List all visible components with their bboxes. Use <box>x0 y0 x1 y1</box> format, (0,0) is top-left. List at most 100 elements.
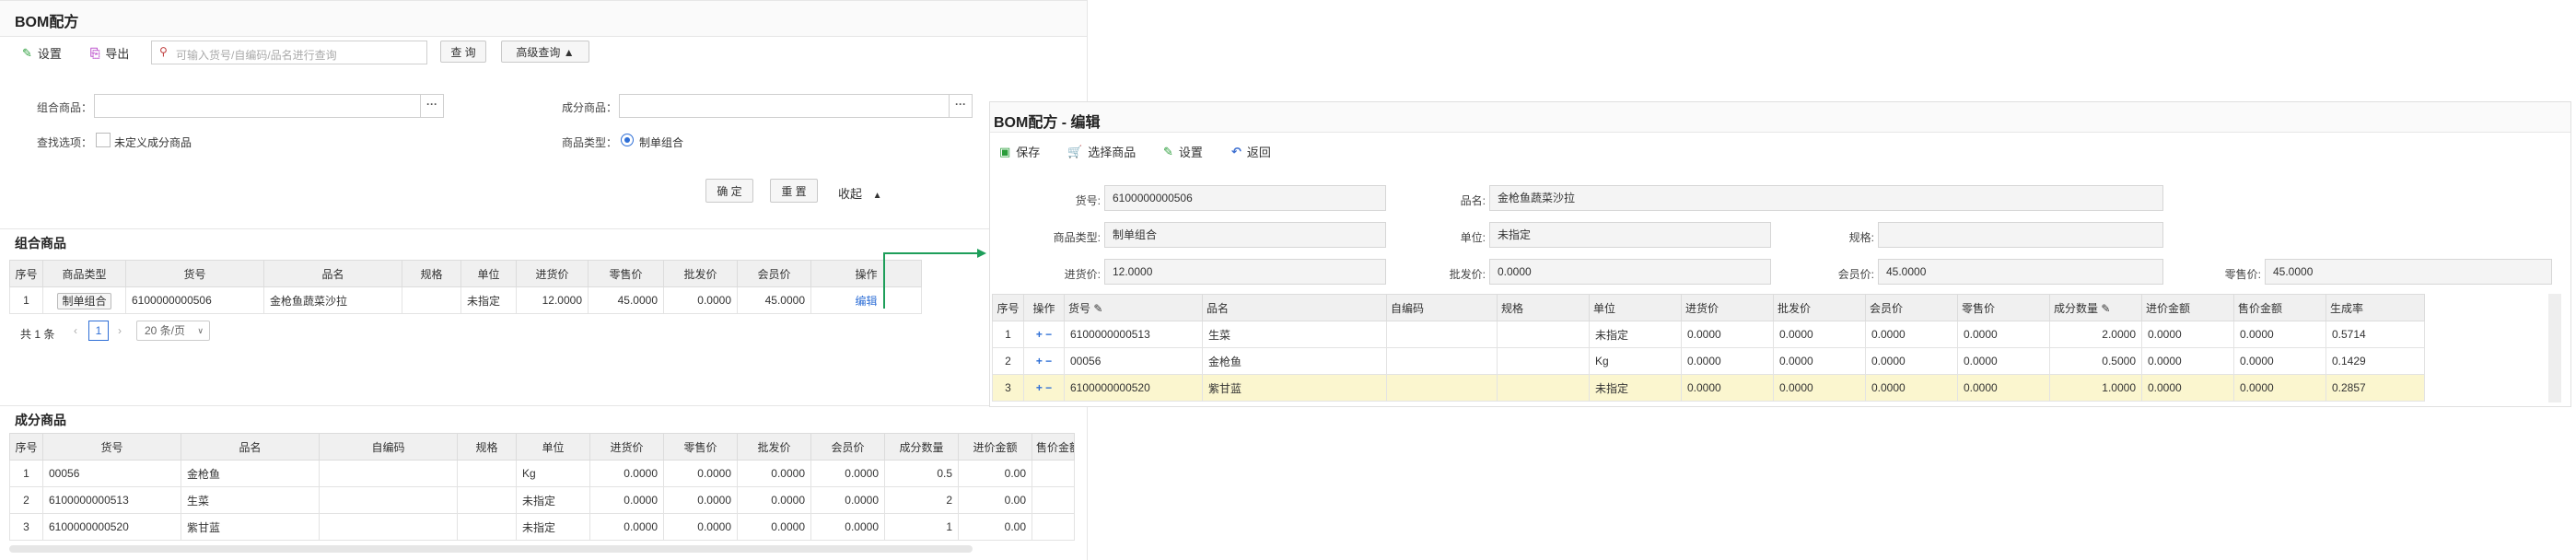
column-header: 品名 <box>181 433 320 461</box>
column-header: 自编码 <box>1386 294 1498 321</box>
search-input[interactable]: ⚲ 可输入货号/自编码/品名进行查询 <box>151 41 427 64</box>
cell: 3 <box>9 513 43 541</box>
spec-field[interactable] <box>1878 222 2163 248</box>
name-field[interactable]: 金枪鱼蔬菜沙拉 <box>1489 185 2163 211</box>
unit-field[interactable]: 未指定 <box>1489 222 1771 248</box>
export-button[interactable]: ⎘ 导出 <box>90 44 129 62</box>
cell: 1 <box>9 460 43 487</box>
cell: 未指定 <box>1589 321 1682 348</box>
next-page-icon[interactable]: › <box>118 324 122 337</box>
cell: 45.0000 <box>588 286 664 314</box>
type-field[interactable]: 制单组合 <box>1104 222 1386 248</box>
column-header: 进价金额 <box>958 433 1032 461</box>
cell <box>1032 486 1075 514</box>
edit-link[interactable]: 编辑 <box>855 295 877 308</box>
pencil-icon: ✎ <box>1093 301 1103 315</box>
cell <box>457 486 517 514</box>
column-header: 进价金额 <box>2141 294 2234 321</box>
column-header: 生成率 <box>2325 294 2425 321</box>
retail-field[interactable]: 45.0000 <box>2265 259 2552 285</box>
more-icon[interactable]: ··· <box>949 95 972 117</box>
cell[interactable]: 2.0000 <box>2049 321 2142 348</box>
column-header: 序号 <box>9 260 43 287</box>
collapse-button[interactable]: 收起 ▲ <box>838 184 882 202</box>
cell[interactable]: 00056 <box>1064 347 1203 375</box>
cell: 0.0000 <box>737 513 811 541</box>
cell: 金枪鱼 <box>181 460 320 487</box>
settings-button[interactable]: ✎ 设置 <box>1163 143 1203 160</box>
table-row-selected[interactable]: 3 + − 6100000000520 紫甘蓝 未指定 0.0000 0.000… <box>992 374 2425 402</box>
add-remove-buttons[interactable]: + − <box>1023 321 1065 348</box>
type-badge: 制单组合 <box>57 292 111 309</box>
chevron-down-icon: ∨ <box>197 326 204 335</box>
cell <box>1032 513 1075 541</box>
component-product-input[interactable]: ··· <box>619 94 973 118</box>
reset-button[interactable]: 重 置 <box>770 179 818 203</box>
cell: 0.0000 <box>663 513 738 541</box>
cost-field[interactable]: 12.0000 <box>1104 259 1386 285</box>
cell: 0.0000 <box>2141 321 2234 348</box>
column-header: 零售价 <box>663 433 738 461</box>
cell[interactable]: 6100000000513 <box>1064 321 1203 348</box>
column-header: 批发价 <box>1773 294 1866 321</box>
table-row[interactable]: 1 + − 6100000000513 生菜 未指定 0.0000 0.0000… <box>992 321 2425 348</box>
column-header: 规格 <box>457 433 517 461</box>
column-header: 货号 <box>42 433 181 461</box>
combo-product-label: 组合商品： <box>36 101 92 114</box>
table-row[interactable]: 1 制单组合 6100000000506 金枪鱼蔬菜沙拉 未指定 12.0000… <box>9 286 922 314</box>
arrow-connector-icon <box>883 249 986 309</box>
page-size-select[interactable]: 20 条/页 ∨ <box>136 321 210 341</box>
title-bar <box>990 102 2570 133</box>
table-row[interactable]: 3 6100000000520 紫甘蓝 未指定 0.0000 0.0000 0.… <box>9 513 1075 541</box>
column-header: 售价金额 <box>1032 433 1075 461</box>
combo-product-input[interactable]: ··· <box>94 94 444 118</box>
cell: 0.0000 <box>589 460 664 487</box>
cell[interactable]: 6100000000520 <box>1064 374 1203 402</box>
column-header: 商品类型 <box>42 260 126 287</box>
back-button[interactable]: ↶ 返回 <box>1231 143 1271 160</box>
cell: 00056 <box>42 460 181 487</box>
cell: 0.0000 <box>1957 321 2050 348</box>
confirm-button[interactable]: 确 定 <box>705 179 753 203</box>
column-header: 进货价 <box>589 433 664 461</box>
prev-page-icon[interactable]: ‹ <box>74 324 77 337</box>
more-icon[interactable]: ··· <box>420 95 443 117</box>
add-remove-buttons[interactable]: + − <box>1023 374 1065 402</box>
save-button[interactable]: ▣ 保存 <box>999 143 1040 160</box>
table-row[interactable]: 2 + − 00056 金枪鱼 Kg 0.0000 0.0000 0.0000 … <box>992 347 2425 375</box>
save-label: 保存 <box>1016 146 1041 159</box>
cell: 0.0000 <box>1865 374 1958 402</box>
select-product-button[interactable]: 🛒 选择商品 <box>1067 143 1136 160</box>
add-remove-buttons[interactable]: + − <box>1023 347 1065 375</box>
cell[interactable]: 1.0000 <box>2049 374 2142 402</box>
cell: 1 <box>884 513 959 541</box>
wholesale-field[interactable]: 0.0000 <box>1489 259 1771 285</box>
undefined-component-checkbox[interactable] <box>96 133 111 147</box>
column-header-label: 成分数量 <box>2054 301 2099 315</box>
vertical-scrollbar[interactable] <box>2548 294 2561 402</box>
advanced-query-button[interactable]: 高级查询 ▲ <box>501 41 589 63</box>
product-type-radio[interactable] <box>621 134 634 146</box>
cell: 0.00 <box>958 460 1032 487</box>
column-header: 规格 <box>1497 294 1590 321</box>
pencil-icon: ✎ <box>2101 301 2111 315</box>
component-product-label: 成分商品： <box>561 101 617 114</box>
cell: 2 <box>992 347 1024 375</box>
name-label: 品名: <box>1460 194 1486 207</box>
member-field[interactable]: 45.0000 <box>1878 259 2163 285</box>
sku-field[interactable]: 6100000000506 <box>1104 185 1386 211</box>
cell: 2 <box>9 486 43 514</box>
cell[interactable]: 0.5000 <box>2049 347 2142 375</box>
table-row[interactable]: 1 00056 金枪鱼 Kg 0.0000 0.0000 0.0000 0.00… <box>9 460 1075 487</box>
page-number[interactable]: 1 <box>88 321 109 341</box>
cell: 1 <box>9 286 43 314</box>
product-type-label: 商品类型： <box>561 136 617 149</box>
settings-button[interactable]: ✎ 设置 <box>22 44 62 62</box>
settings-label: 设置 <box>1178 146 1203 159</box>
query-button[interactable]: 查 询 <box>440 41 486 63</box>
table-row[interactable]: 2 6100000000513 生菜 未指定 0.0000 0.0000 0.0… <box>9 486 1075 514</box>
cell: 未指定 <box>460 286 517 314</box>
cell: 12.0000 <box>516 286 589 314</box>
horizontal-scrollbar[interactable] <box>9 545 973 553</box>
undefined-component-label: 未定义成分商品 <box>114 136 192 149</box>
